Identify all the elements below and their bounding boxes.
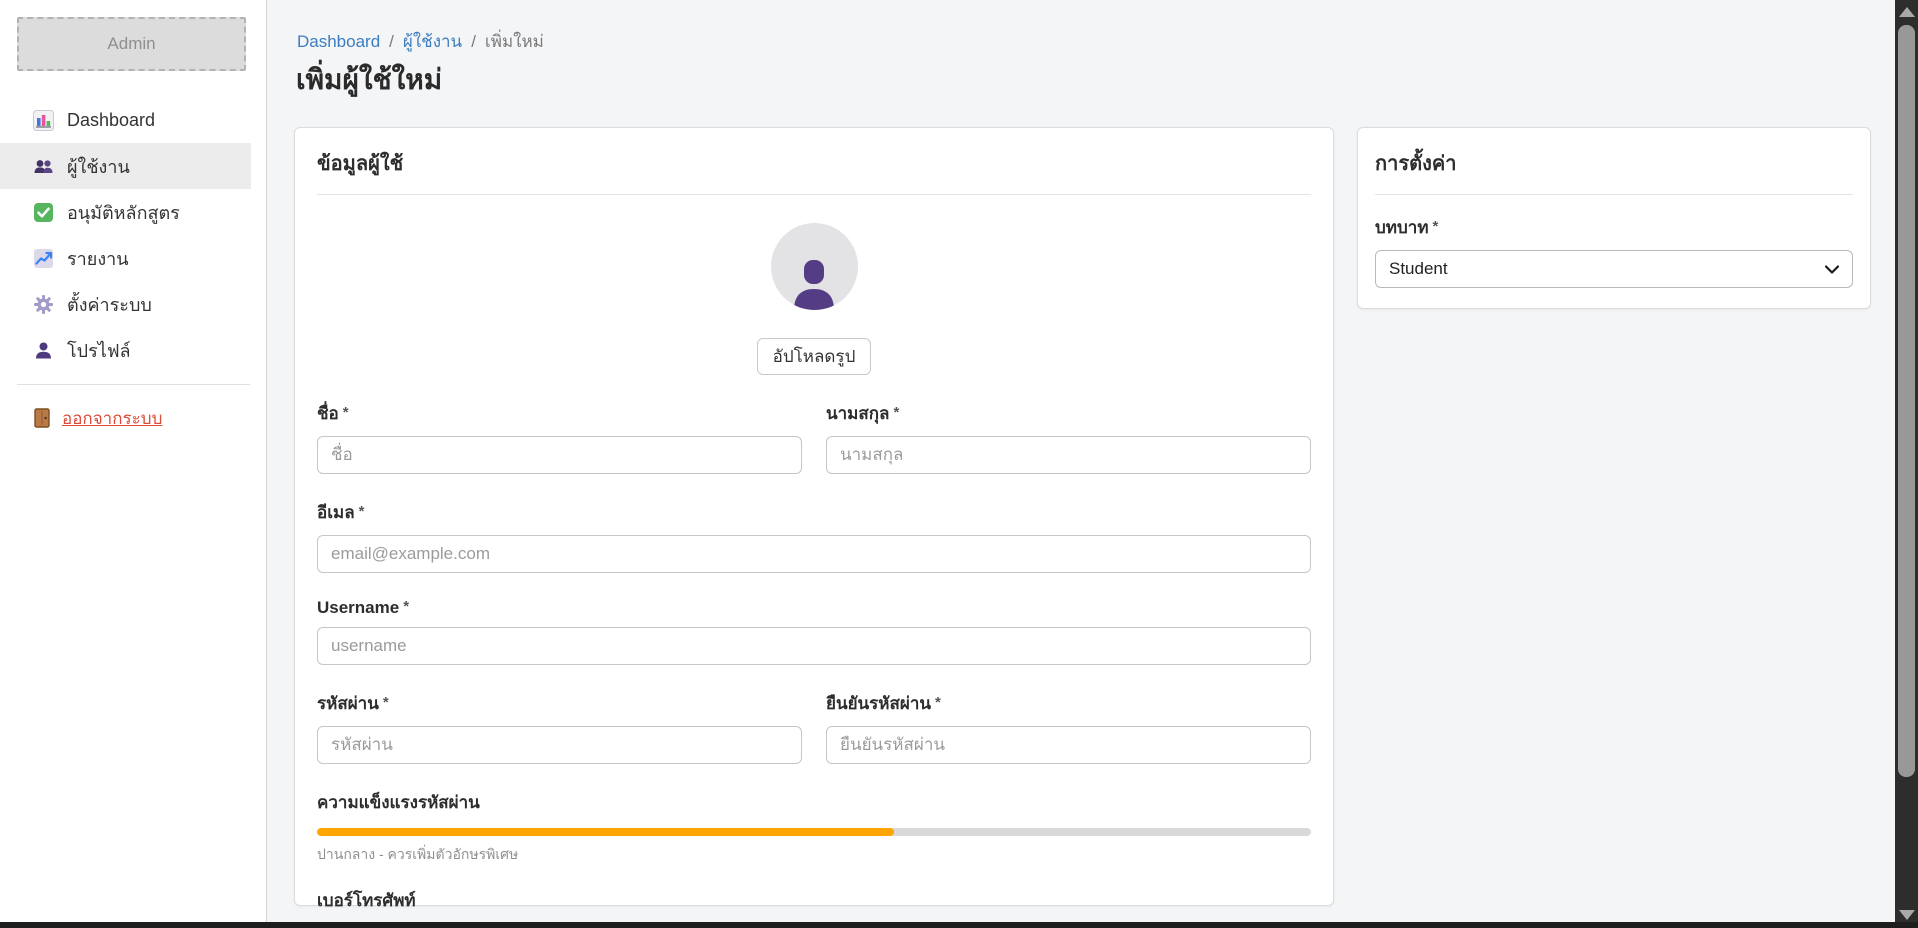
confirm-password-field-group: ยืนยันรหัสผ่าน* bbox=[826, 690, 1311, 764]
required-asterisk: * bbox=[935, 694, 941, 711]
last-name-input[interactable] bbox=[826, 436, 1311, 474]
door-icon bbox=[33, 408, 51, 428]
upload-photo-button[interactable]: อัปโหลดรูป bbox=[757, 338, 871, 375]
email-input[interactable] bbox=[317, 535, 1311, 573]
scrollbar-down-arrow-icon[interactable] bbox=[1899, 910, 1915, 920]
email-label: อีเมล* bbox=[317, 499, 1311, 526]
sidebar-item-profile[interactable]: โปรไฟล์ bbox=[0, 327, 251, 373]
sidebar-item-label: ผู้ใช้งาน bbox=[67, 152, 130, 181]
scrollbar-up-arrow-icon[interactable] bbox=[1899, 7, 1915, 17]
required-asterisk: * bbox=[343, 404, 349, 421]
sidebar-menu: Dashboard ผู้ใช้งาน อนุมัติหลักสูตร bbox=[0, 97, 251, 373]
confirm-password-label: ยืนยันรหัสผ่าน* bbox=[826, 690, 1311, 717]
sidebar-divider bbox=[17, 384, 250, 385]
breadcrumb-link-dashboard[interactable]: Dashboard bbox=[297, 32, 380, 52]
sidebar: Admin Dashboard ผู้ใช้งาน bbox=[0, 0, 267, 922]
page-title: เพิ่มผู้ใช้ใหม่ bbox=[296, 58, 442, 102]
username-field-group: Username* bbox=[317, 598, 1311, 665]
sidebar-item-course-approval[interactable]: อนุมัติหลักสูตร bbox=[0, 189, 251, 235]
breadcrumb-separator: / bbox=[389, 32, 394, 52]
users-icon bbox=[33, 156, 54, 177]
required-asterisk: * bbox=[403, 598, 409, 615]
sidebar-item-label: Dashboard bbox=[67, 110, 155, 131]
password-field-group: รหัสผ่าน* bbox=[317, 690, 802, 764]
gear-icon bbox=[33, 294, 54, 315]
user-card-title: ข้อมูลผู้ใช้ bbox=[317, 128, 1311, 195]
first-name-field-group: ชื่อ* bbox=[317, 400, 802, 474]
role-select[interactable]: Student bbox=[1375, 250, 1853, 288]
password-strength-section: ความแข็งแรงรหัสผ่าน ปานกลาง - ควรเพิ่มตั… bbox=[317, 789, 1311, 866]
sidebar-item-label: โปรไฟล์ bbox=[67, 336, 131, 365]
confirm-password-input[interactable] bbox=[826, 726, 1311, 764]
brand-label: Admin bbox=[107, 34, 155, 54]
logout-label: ออกจากระบบ bbox=[62, 405, 162, 432]
settings-card: การตั้งค่า บทบาท* Student bbox=[1357, 127, 1871, 309]
password-strength-track bbox=[317, 828, 1311, 836]
brand-logo-placeholder: Admin bbox=[17, 17, 246, 71]
required-asterisk: * bbox=[383, 694, 389, 711]
breadcrumb-separator: / bbox=[471, 32, 476, 52]
sidebar-item-dashboard[interactable]: Dashboard bbox=[0, 97, 251, 143]
person-silhouette-icon bbox=[792, 258, 836, 310]
username-label: Username* bbox=[317, 598, 1311, 618]
check-icon bbox=[33, 202, 54, 223]
breadcrumb-current: เพิ่มใหม่ bbox=[485, 28, 544, 55]
person-icon bbox=[33, 340, 54, 361]
settings-card-title: การตั้งค่า bbox=[1375, 128, 1853, 195]
chevron-down-icon bbox=[1825, 265, 1839, 274]
sidebar-item-label: ตั้งค่าระบบ bbox=[67, 290, 152, 319]
required-asterisk: * bbox=[893, 404, 899, 421]
sidebar-item-label: อนุมัติหลักสูตร bbox=[67, 198, 180, 227]
username-input[interactable] bbox=[317, 627, 1311, 665]
first-name-input[interactable] bbox=[317, 436, 802, 474]
user-info-card: ข้อมูลผู้ใช้ อัปโหลดรูป ชื่อ* นามสกุล* bbox=[294, 127, 1334, 906]
role-select-value: Student bbox=[1389, 259, 1448, 279]
user-form: ชื่อ* นามสกุล* อีเมล* Use bbox=[317, 400, 1311, 928]
password-strength-bar bbox=[317, 828, 894, 836]
phone-label: เบอร์โทรศัพท์ bbox=[317, 887, 1311, 914]
password-label: รหัสผ่าน* bbox=[317, 690, 802, 717]
last-name-field-group: นามสกุล* bbox=[826, 400, 1311, 474]
line-chart-icon bbox=[33, 248, 54, 269]
window-bottom-edge bbox=[0, 922, 1918, 928]
scrollbar-thumb[interactable] bbox=[1898, 25, 1915, 777]
email-field-group: อีเมล* bbox=[317, 499, 1311, 573]
window-scrollbar[interactable] bbox=[1895, 0, 1918, 928]
sidebar-item-system-settings[interactable]: ตั้งค่าระบบ bbox=[0, 281, 251, 327]
breadcrumb: Dashboard / ผู้ใช้งาน / เพิ่มใหม่ bbox=[297, 28, 544, 55]
first-name-label: ชื่อ* bbox=[317, 400, 802, 427]
breadcrumb-link-users[interactable]: ผู้ใช้งาน bbox=[403, 28, 462, 55]
avatar bbox=[771, 223, 858, 310]
password-strength-hint: ปานกลาง - ควรเพิ่มตัวอักษรพิเศษ bbox=[317, 844, 1311, 866]
sidebar-item-reports[interactable]: รายงาน bbox=[0, 235, 251, 281]
required-asterisk: * bbox=[359, 503, 365, 520]
bar-chart-icon bbox=[33, 110, 54, 131]
password-strength-label: ความแข็งแรงรหัสผ่าน bbox=[317, 789, 1311, 816]
logout-link[interactable]: ออกจากระบบ bbox=[33, 402, 162, 434]
sidebar-item-users[interactable]: ผู้ใช้งาน bbox=[0, 143, 251, 189]
last-name-label: นามสกุล* bbox=[826, 400, 1311, 427]
password-input[interactable] bbox=[317, 726, 802, 764]
required-asterisk: * bbox=[1433, 218, 1439, 235]
sidebar-item-label: รายงาน bbox=[67, 244, 129, 273]
role-label: บทบาท* bbox=[1375, 214, 1853, 241]
